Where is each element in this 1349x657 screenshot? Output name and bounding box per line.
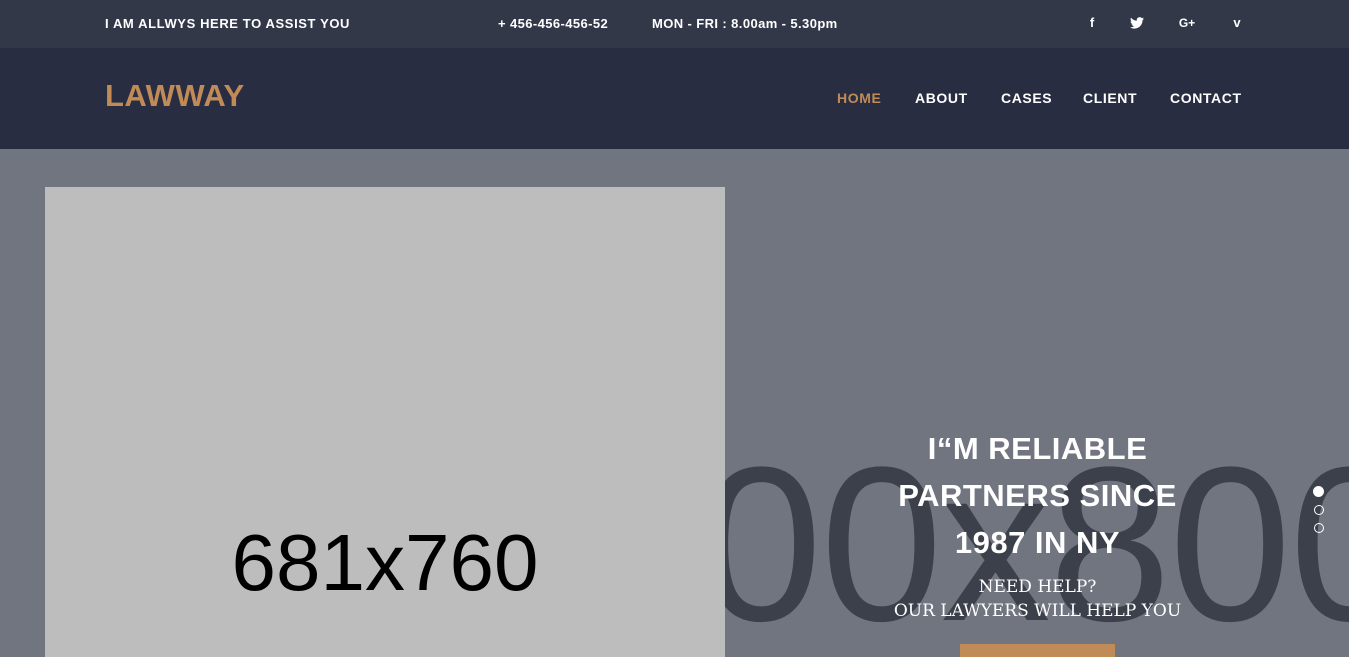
main-header: LAWWAY HOME ABOUT CASES CLIENT CONTACT	[0, 48, 1349, 149]
twitter-icon[interactable]	[1127, 13, 1147, 33]
phone-number: + 456-456-456-52	[498, 16, 609, 31]
tagline: I AM ALLWYS HERE TO ASSIST YOU	[105, 16, 351, 31]
nav-home[interactable]: HOME	[837, 90, 881, 106]
google-plus-icon[interactable]: G+	[1177, 13, 1197, 33]
facebook-icon[interactable]: f	[1082, 13, 1102, 33]
site-logo[interactable]: LAWWAY	[105, 78, 245, 114]
hero-headline: I“M RELIABLE PARTNERS SINCE 1987 IN NY	[860, 425, 1215, 566]
nav-contact[interactable]: CONTACT	[1170, 90, 1242, 106]
office-hours: MON - FRI : 8.00am - 5.30pm	[652, 16, 838, 31]
headline-line-2: PARTNERS SINCE	[898, 478, 1177, 513]
hero-slider: 00x800 681x760 I“M RELIABLE PARTNERS SIN…	[0, 149, 1349, 657]
headline-line-1: I“M RELIABLE	[927, 431, 1148, 466]
hero-cta-button[interactable]	[960, 644, 1115, 657]
slider-dot-1[interactable]	[1313, 486, 1324, 497]
hero-placeholder-image: 681x760	[45, 187, 725, 657]
slider-dot-3[interactable]	[1314, 523, 1324, 533]
hero-subtitle-2: OUR LAWYERS WILL HELP YOU	[893, 601, 1182, 621]
nav-client[interactable]: CLIENT	[1083, 90, 1137, 106]
headline-line-3: 1987 IN NY	[954, 525, 1121, 560]
nav-cases[interactable]: CASES	[1001, 90, 1052, 106]
top-bar: I AM ALLWYS HERE TO ASSIST YOU + 456-456…	[0, 0, 1349, 48]
vimeo-icon[interactable]: v	[1227, 13, 1247, 33]
image-dimensions-label: 681x760	[231, 518, 539, 607]
nav-about[interactable]: ABOUT	[915, 90, 968, 106]
slider-dot-2[interactable]	[1314, 505, 1324, 515]
hero-subtitle-1: NEED HELP?	[978, 577, 1097, 597]
